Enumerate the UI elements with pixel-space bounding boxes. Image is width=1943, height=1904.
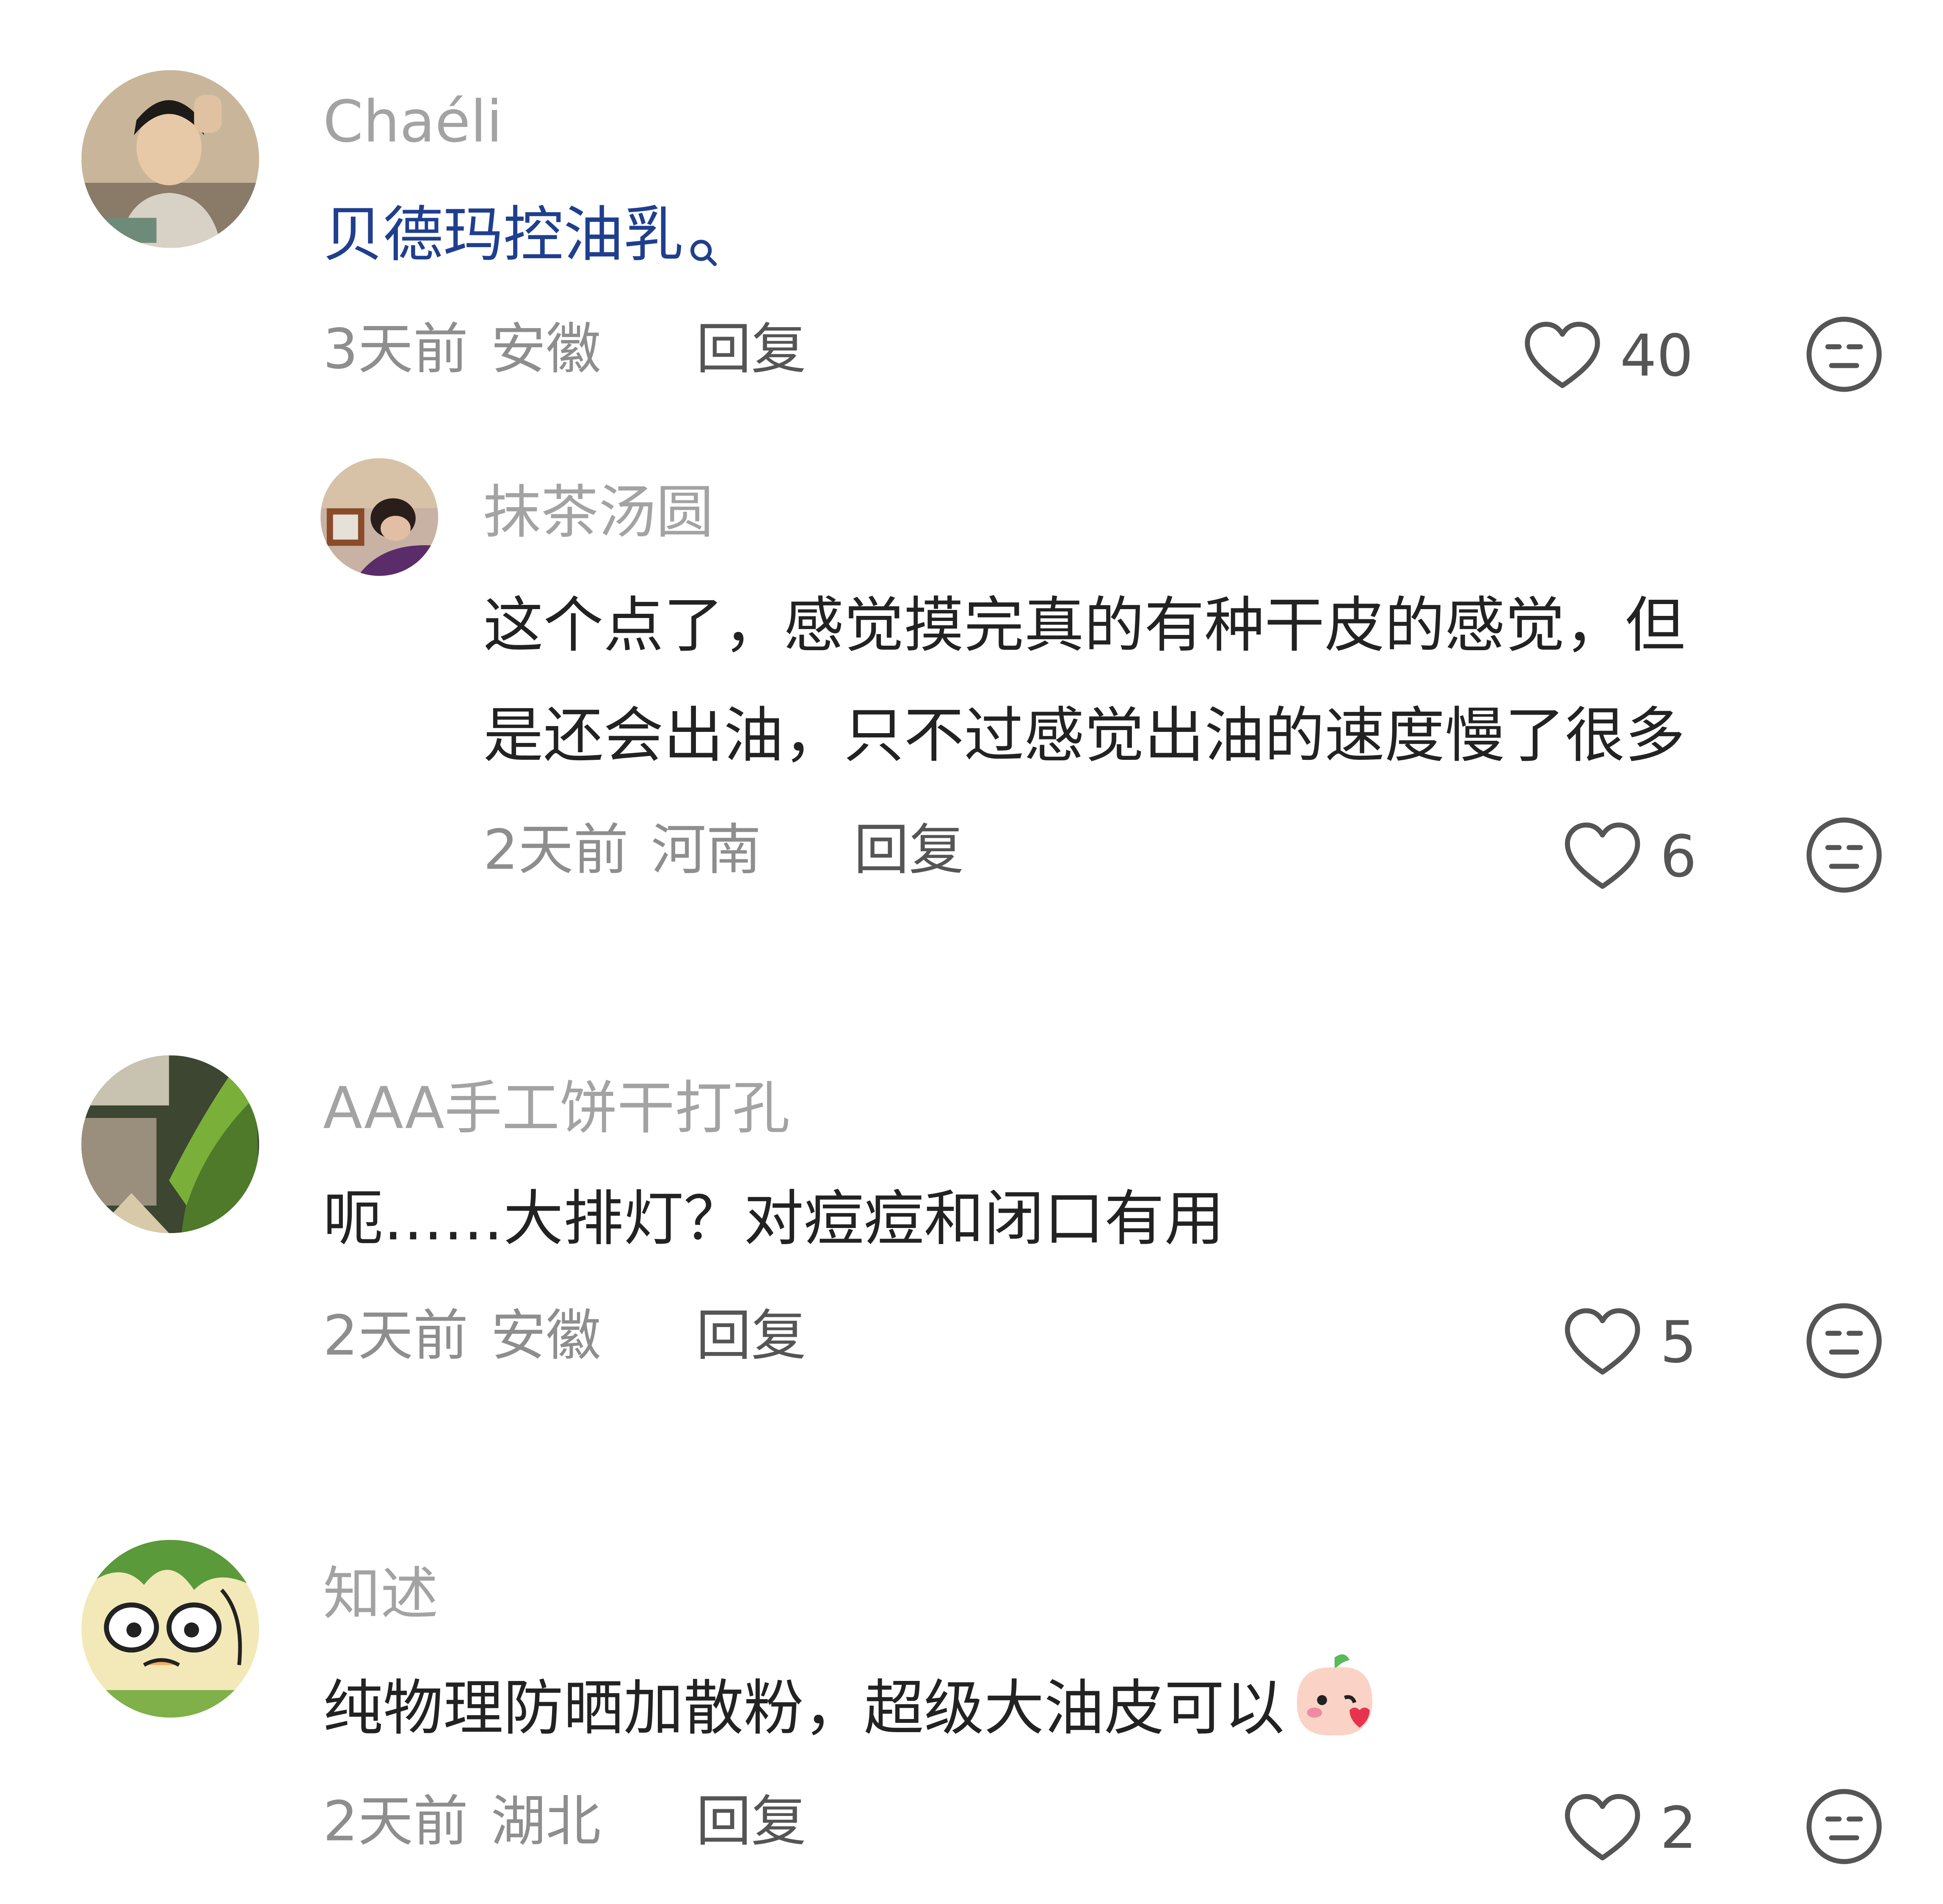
avatar[interactable] <box>81 1055 259 1233</box>
like-count: 40 <box>1620 322 1694 389</box>
heart-outline-icon <box>1565 1308 1640 1375</box>
comment-text[interactable]: 呃……大排灯？对痘痘和闭口有用 <box>323 1164 1224 1274</box>
reply-text-line: 这个点了，感觉摸完真的有种干皮的感觉，但 <box>483 591 1685 661</box>
neutral-face-icon <box>1806 317 1882 392</box>
reply-button[interactable]: 回复 <box>696 1788 806 1858</box>
avatar[interactable] <box>320 458 439 576</box>
blushing-peach-emoji <box>1289 1650 1380 1775</box>
comment-meta: 2天前 安徽 <box>323 1302 601 1372</box>
dislike-button[interactable] <box>1805 1302 1883 1380</box>
dislike-button[interactable] <box>1805 315 1883 393</box>
reply-button[interactable]: 回复 <box>696 1302 806 1372</box>
reply-username[interactable]: 抹茶汤圆 <box>483 476 714 549</box>
reply-location: 河南 <box>651 819 762 883</box>
heart-outline-icon <box>1565 822 1640 889</box>
comment-time: 3天前 <box>323 318 469 382</box>
comment-text-content: 纯物理防晒加散粉，超级大油皮可以 <box>323 1674 1285 1744</box>
neutral-face-icon <box>1806 1303 1882 1379</box>
reply-text[interactable]: 这个点了，感觉摸完真的有种干皮的感觉，但 是还会出油，只不过感觉出油的速度慢了很… <box>483 571 1685 792</box>
neutral-face-icon <box>1806 1789 1882 1864</box>
comment-time: 2天前 <box>323 1790 469 1854</box>
comment-location: 安徽 <box>491 1304 601 1369</box>
dislike-button[interactable] <box>1805 816 1883 894</box>
like-button[interactable]: 5 <box>1562 1302 1697 1382</box>
reply-text-line: 是还会出油，只不过感觉出油的速度慢了很多 <box>483 701 1685 771</box>
comment-time: 2天前 <box>323 1304 469 1369</box>
dislike-button[interactable] <box>1805 1788 1883 1865</box>
like-count: 5 <box>1660 1308 1697 1376</box>
comment-location: 湖北 <box>491 1790 601 1854</box>
search-link-text[interactable]: 贝德玛控油乳 <box>323 200 684 270</box>
like-button[interactable]: 40 <box>1522 315 1693 395</box>
reply-button[interactable]: 回复 <box>854 816 964 886</box>
plant-photo <box>81 1055 259 1233</box>
comment-text[interactable]: 纯物理防晒加散粉，超级大油皮可以 <box>323 1650 1380 1775</box>
comment-meta: 2天前 湖北 <box>323 1788 601 1858</box>
avatar[interactable] <box>81 70 259 248</box>
like-count: 6 <box>1660 822 1697 890</box>
reply-meta: 2天前 河南 <box>483 816 762 886</box>
like-button[interactable]: 6 <box>1562 816 1697 896</box>
reply-button[interactable]: 回复 <box>696 315 806 386</box>
portrait-photo <box>81 70 259 248</box>
cartoon-face <box>81 1540 259 1718</box>
reply-time: 2天前 <box>483 819 629 883</box>
heart-outline-icon <box>1565 1794 1640 1860</box>
comment-username[interactable]: Chaéli <box>323 85 502 158</box>
person-lying-photo <box>320 458 439 576</box>
neutral-face-icon <box>1806 817 1882 893</box>
like-button[interactable]: 2 <box>1562 1788 1697 1868</box>
comment-list: Chaéli 贝德玛控油乳 3天前 安徽 回复 40 抹茶汤圆 这个点了，感觉摸… <box>0 0 1943 1904</box>
comment-meta: 3天前 安徽 <box>323 315 601 386</box>
comment-text[interactable]: 贝德玛控油乳 <box>323 180 719 303</box>
comment-username[interactable]: AAA手工饼干打孔 <box>323 1072 790 1145</box>
like-count: 2 <box>1660 1794 1697 1862</box>
avatar[interactable] <box>81 1540 259 1718</box>
comment-username[interactable]: 知述 <box>323 1557 438 1630</box>
heart-outline-icon <box>1525 322 1600 388</box>
comment-location: 安徽 <box>491 318 601 382</box>
search-icon[interactable] <box>689 193 719 303</box>
